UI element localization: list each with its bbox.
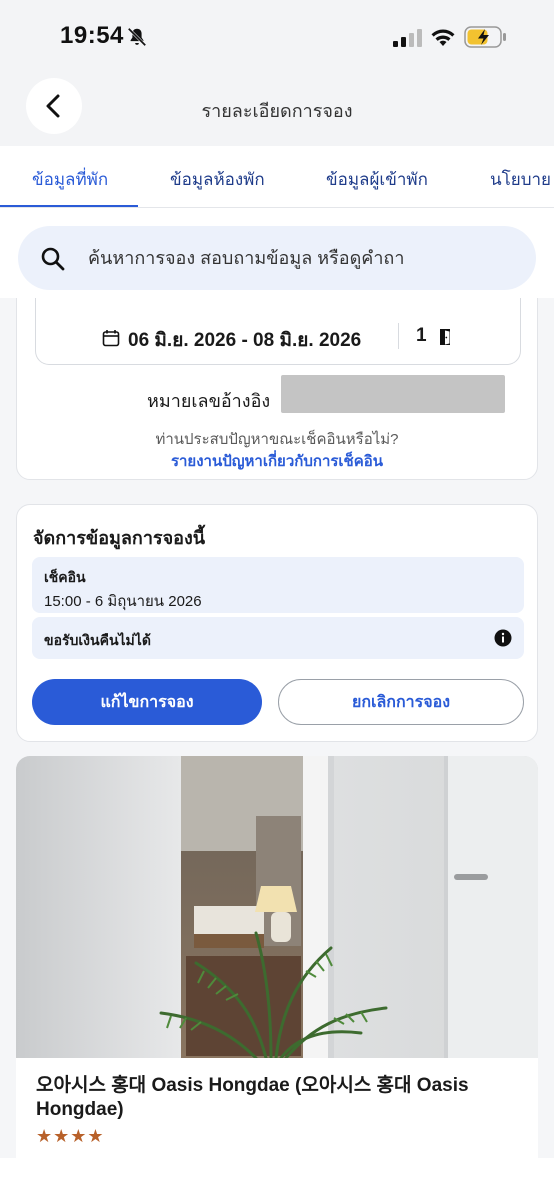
tab-bar: ข้อมูลที่พัก ข้อมูลห้องพัก ข้อมูลผู้เข้า… xyxy=(0,146,554,208)
checkin-question: ท่านประสบปัญหาขณะเช็คอินหรือไม่? xyxy=(155,431,399,448)
tab-policy[interactable]: นโยบาย xyxy=(490,166,551,193)
refund-policy-info[interactable]: ขอรับเงินคืนไม่ได้ xyxy=(32,617,524,659)
bell-off-icon xyxy=(127,27,147,47)
cancel-booking-button[interactable]: ยกเลิกการจอง xyxy=(278,679,524,725)
search-icon xyxy=(41,247,65,271)
hotel-card[interactable]: 오아시스 홍대 Oasis Hongdae (오아시스 홍대 Oasis Hon… xyxy=(16,756,538,1158)
star-rating: ★★★★ xyxy=(36,1126,105,1146)
hotel-photo xyxy=(16,756,538,1058)
tab-room-info[interactable]: ข้อมูลห้องพัก xyxy=(170,166,265,193)
status-bar: 19:54 xyxy=(0,0,554,74)
checkin-label: เช็คอิน xyxy=(44,569,86,585)
search-input[interactable] xyxy=(88,226,518,290)
hotel-name[interactable]: 오아시스 홍대 Oasis Hongdae (오아시스 홍대 Oasis Hon… xyxy=(36,1074,516,1122)
stay-dates: 06 มิ.ย. 2026 - 08 มิ.ย. 2026 xyxy=(128,330,362,351)
scroll-content[interactable]: 06 มิ.ย. 2026 - 08 มิ.ย. 2026 1 หมายเลขอ… xyxy=(0,298,554,1158)
battery-charging-icon xyxy=(464,26,506,48)
manage-booking-title: จัดการข้อมูลการจองนี้ xyxy=(33,528,206,548)
calendar-icon xyxy=(102,330,120,347)
report-checkin-issue-link[interactable]: รายงานปัญหาเกี่ยวกับการเช็คอิน xyxy=(17,449,537,473)
divider xyxy=(398,323,399,349)
page-title: รายละเอียดการจอง xyxy=(201,101,353,121)
tab-property-info[interactable]: ข้อมูลที่พัก xyxy=(32,166,108,193)
checkin-time: 15:00 - 6 มิถุนายน 2026 xyxy=(44,593,202,610)
reference-number-redacted xyxy=(281,375,505,413)
reference-number-label: หมายเลขอ้างอิง xyxy=(147,391,271,411)
stay-dates-box: 06 มิ.ย. 2026 - 08 มิ.ย. 2026 1 xyxy=(35,298,521,365)
active-tab-indicator xyxy=(0,205,138,207)
info-icon[interactable] xyxy=(494,629,512,647)
search-bar[interactable] xyxy=(18,226,536,290)
non-refundable-label: ขอรับเงินคืนไม่ได้ xyxy=(44,632,151,648)
checkin-info: เช็คอิน 15:00 - 6 มิถุนายน 2026 xyxy=(32,557,524,613)
bottom-area xyxy=(0,1158,554,1200)
door-icon xyxy=(440,329,450,345)
cellular-signal-icon xyxy=(393,29,422,47)
manage-booking-card: จัดการข้อมูลการจองนี้ เช็คอิน 15:00 - 6 … xyxy=(16,504,538,742)
edit-booking-button[interactable]: แก้ไขการจอง xyxy=(32,679,262,725)
tab-guest-info[interactable]: ข้อมูลผู้เข้าพัก xyxy=(326,166,428,193)
room-count: 1 xyxy=(416,325,427,346)
status-time: 19:54 xyxy=(60,22,124,49)
wifi-icon xyxy=(431,29,455,46)
booking-summary-card: 06 มิ.ย. 2026 - 08 มิ.ย. 2026 1 หมายเลขอ… xyxy=(16,298,538,480)
header: รายละเอียดการจอง xyxy=(0,74,554,146)
